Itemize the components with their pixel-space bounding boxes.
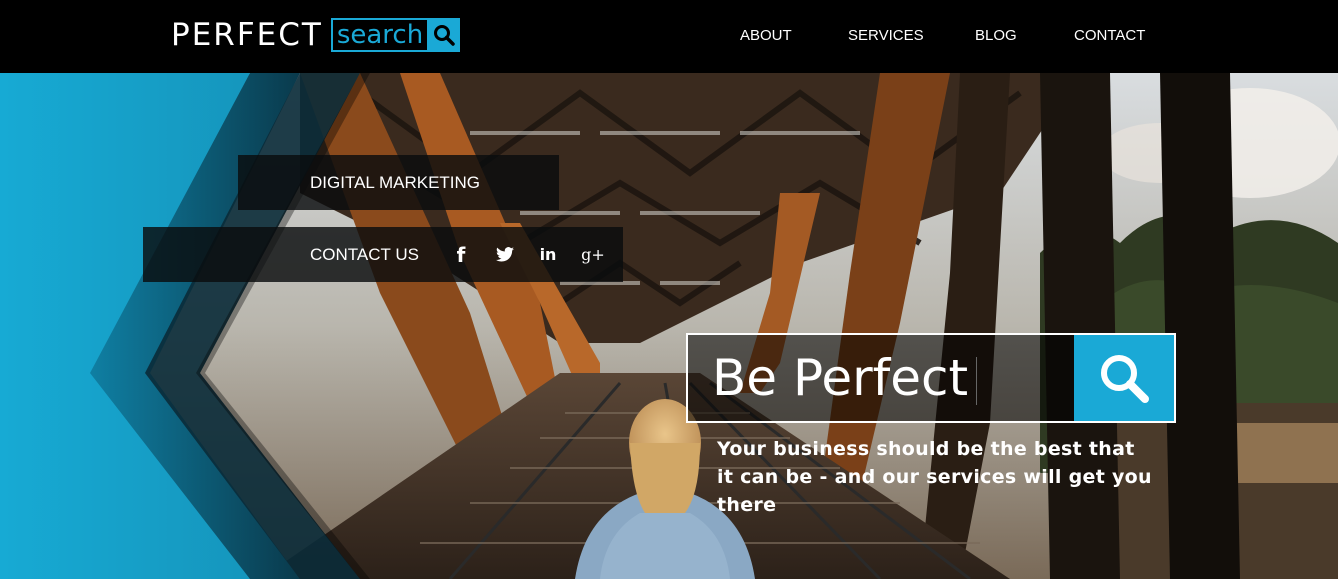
nav-services[interactable]: SERVICES — [848, 27, 924, 45]
facebook-icon[interactable]: f — [449, 227, 473, 282]
nav-blog[interactable]: BLOG — [975, 27, 1017, 45]
contact-us-label[interactable]: CONTACT US — [310, 227, 419, 282]
text-caret — [976, 357, 977, 405]
twitter-icon[interactable] — [493, 227, 517, 282]
digital-marketing-label: DIGITAL MARKETING — [310, 173, 481, 192]
hero-search-button[interactable] — [1074, 335, 1174, 421]
nav-contact[interactable]: CONTACT — [1074, 27, 1145, 45]
hero-section: DIGITAL MARKETING CONTACT US f in g+ You… — [0, 73, 1338, 579]
hero-tagline: Your business should be the best that it… — [717, 438, 1152, 516]
hero-search-input[interactable] — [688, 335, 1074, 421]
search-icon — [1101, 355, 1149, 403]
main-nav: ABOUT SERVICES BLOG CONTACT — [0, 27, 1338, 47]
site-header: PERFECT search ABOUT SERVICES BLOG CONTA… — [0, 0, 1338, 73]
hero-search-box — [686, 333, 1176, 423]
contact-us-tab: CONTACT US f in g+ — [143, 227, 623, 282]
google-plus-icon[interactable]: g+ — [581, 227, 605, 282]
nav-about[interactable]: ABOUT — [740, 27, 792, 45]
digital-marketing-tab[interactable]: DIGITAL MARKETING — [238, 155, 559, 210]
linkedin-icon[interactable]: in — [536, 227, 560, 282]
